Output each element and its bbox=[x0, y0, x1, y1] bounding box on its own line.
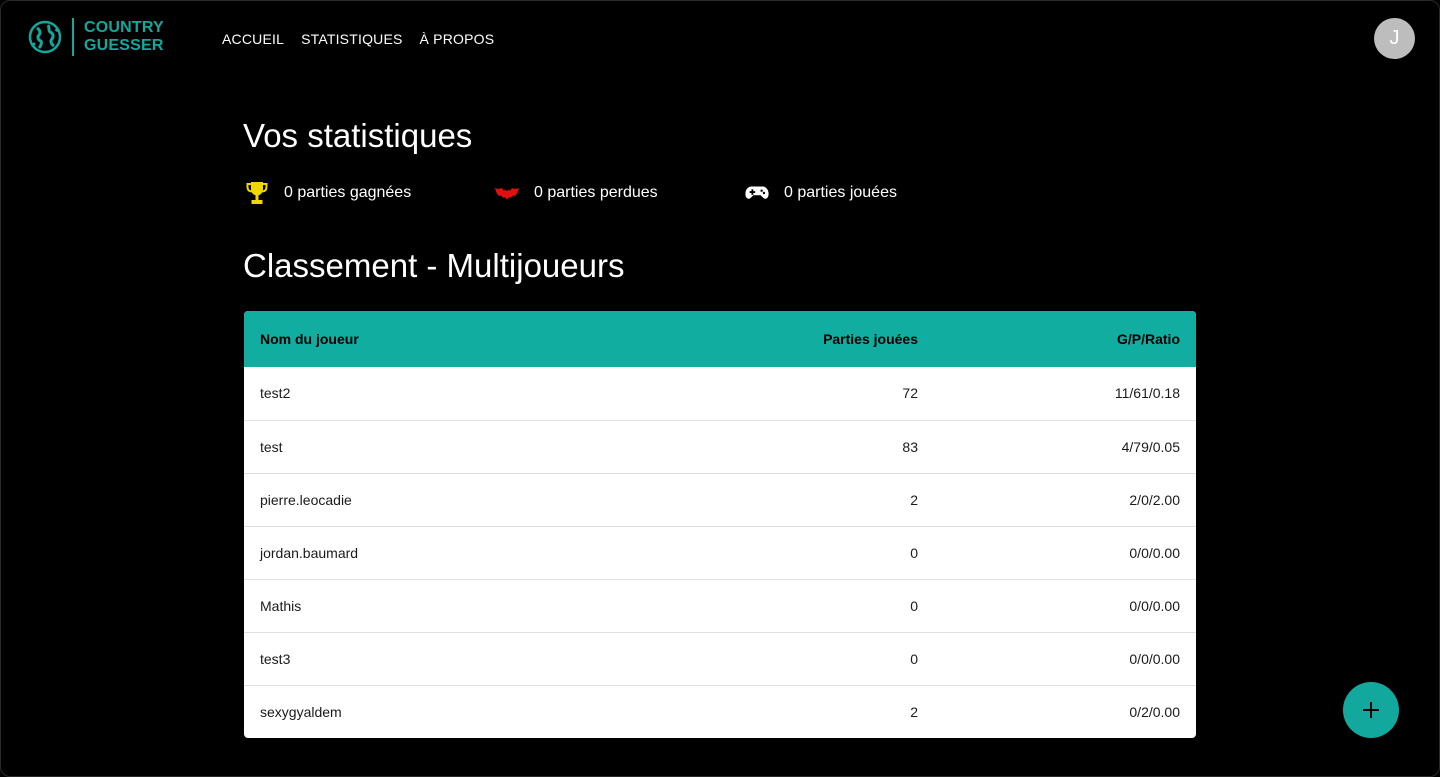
stats-summary: 0 parties gagnées 0 parties perdues 0 pa… bbox=[245, 180, 897, 206]
games-played: 0 bbox=[910, 650, 918, 667]
table-row: test3 0 0/0/0.00 bbox=[244, 632, 1196, 685]
ranking-title: Classement - Multijoueurs bbox=[243, 247, 625, 284]
ranking-table: Nom du joueur Parties jouées G/P/Ratio t… bbox=[244, 311, 1196, 738]
nav-item-accueil[interactable]: ACCUEIL bbox=[222, 30, 284, 48]
player-name: test bbox=[260, 438, 283, 455]
stat-lost-text: 0 parties perdues bbox=[534, 184, 658, 201]
table-row: test 83 4/79/0.05 bbox=[244, 420, 1196, 473]
games-played: 83 bbox=[902, 438, 918, 455]
nav-item-statistiques[interactable]: STATISTIQUES bbox=[301, 30, 402, 48]
stat-lost: 0 parties perdues bbox=[495, 180, 745, 206]
table-row: pierre.leocadie 2 2/0/2.00 bbox=[244, 473, 1196, 526]
games-played: 72 bbox=[902, 385, 918, 402]
ranking-header-row: Nom du joueur Parties jouées G/P/Ratio bbox=[244, 311, 1196, 367]
win-loss-ratio: 11/61/0.18 bbox=[1114, 385, 1180, 402]
win-loss-ratio: 0/0/0.00 bbox=[1129, 650, 1180, 667]
nav-item-a-propos[interactable]: À PROPOS bbox=[420, 30, 495, 48]
plus-icon bbox=[1363, 702, 1379, 718]
user-avatar[interactable]: J bbox=[1374, 18, 1415, 59]
games-played: 0 bbox=[910, 597, 918, 614]
main-nav: ACCUEIL STATISTIQUES À PROPOS bbox=[222, 30, 494, 48]
bat-icon bbox=[495, 180, 519, 206]
stat-played: 0 parties jouées bbox=[745, 180, 897, 206]
win-loss-ratio: 4/79/0.05 bbox=[1121, 438, 1180, 455]
add-button[interactable] bbox=[1343, 682, 1399, 738]
table-row: Mathis 0 0/0/0.00 bbox=[244, 579, 1196, 632]
table-row: sexygyaldem 2 0/2/0.00 bbox=[244, 685, 1196, 738]
table-row: test2 72 11/61/0.18 bbox=[244, 367, 1196, 420]
win-loss-ratio: 2/0/2.00 bbox=[1129, 491, 1180, 508]
column-header-name[interactable]: Nom du joueur bbox=[244, 311, 676, 367]
brand-name: COUNTRY GUESSER bbox=[84, 19, 164, 55]
stats-title: Vos statistiques bbox=[243, 117, 473, 154]
win-loss-ratio: 0/0/0.00 bbox=[1129, 544, 1180, 561]
player-name: test2 bbox=[260, 385, 291, 402]
brand-divider bbox=[72, 18, 74, 56]
app-header: COUNTRY GUESSER ACCUEIL STATISTIQUES À P… bbox=[0, 0, 1440, 78]
games-played: 2 bbox=[910, 703, 918, 720]
player-name: sexygyaldem bbox=[260, 703, 342, 720]
win-loss-ratio: 0/2/0.00 bbox=[1129, 703, 1180, 720]
stat-won: 0 parties gagnées bbox=[245, 180, 495, 206]
brand-line-2: GUESSER bbox=[84, 37, 164, 54]
brand-line-1: COUNTRY bbox=[84, 19, 164, 36]
player-name: Mathis bbox=[260, 597, 302, 614]
stat-played-text: 0 parties jouées bbox=[784, 184, 897, 201]
player-name: test3 bbox=[260, 650, 291, 667]
gamepad-icon bbox=[745, 180, 769, 206]
games-played: 0 bbox=[910, 544, 918, 561]
trophy-icon bbox=[245, 180, 269, 206]
player-name: pierre.leocadie bbox=[260, 491, 352, 508]
ranking-table-container: Nom du joueur Parties jouées G/P/Ratio t… bbox=[244, 311, 1196, 738]
column-header-played[interactable]: Parties jouées bbox=[676, 311, 934, 367]
column-header-ratio[interactable]: G/P/Ratio bbox=[934, 311, 1196, 367]
games-played: 2 bbox=[910, 491, 918, 508]
stat-won-text: 0 parties gagnées bbox=[284, 184, 412, 201]
win-loss-ratio: 0/0/0.00 bbox=[1129, 597, 1180, 614]
brand-logo[interactable]: COUNTRY GUESSER bbox=[28, 18, 164, 56]
player-name: jordan.baumard bbox=[260, 544, 359, 561]
table-row: jordan.baumard 0 0/0/0.00 bbox=[244, 526, 1196, 579]
globe-icon bbox=[28, 20, 62, 54]
